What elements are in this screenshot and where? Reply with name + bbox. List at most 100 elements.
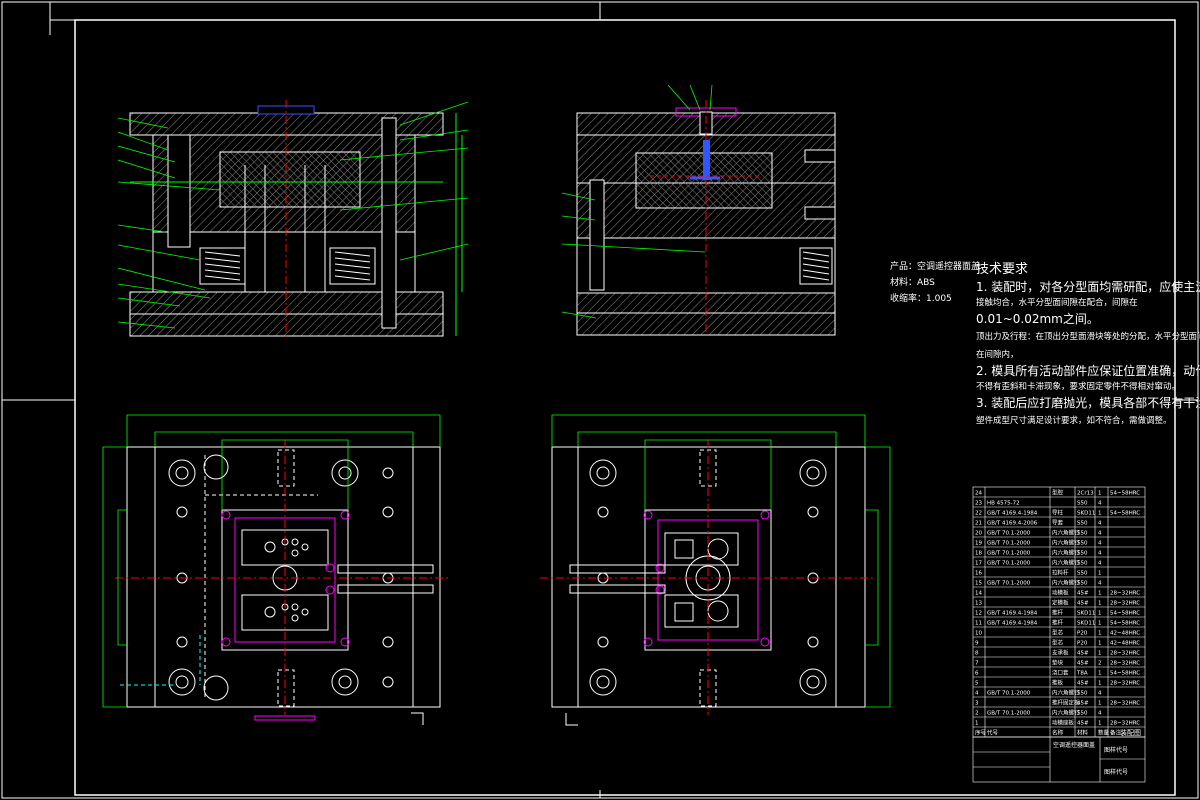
bom-cell: 内六角螺钉	[1052, 529, 1080, 537]
bom-cell: 3	[975, 701, 979, 707]
bom-cell: 14	[975, 591, 982, 597]
bom-cell: 54~58HRC	[1110, 671, 1140, 677]
bom-cell: 拉料杆	[1052, 569, 1069, 577]
bom-cell: GB/T 70.1-2000	[987, 691, 1031, 697]
bom-cell: GB/T 70.1-2000	[987, 541, 1031, 547]
bom-cell: 42~48HRC	[1110, 641, 1140, 647]
bom-cell: 12	[975, 611, 982, 617]
bom-cell: 导套	[1052, 519, 1064, 527]
tech-req-line: 2. 模具所有活动部件应保证位置准确，动作可靠，	[976, 364, 1200, 378]
bom-cell: S50	[1077, 571, 1088, 577]
bom-cell: 9	[975, 641, 979, 647]
bom-cell: 内六角螺钉	[1052, 559, 1080, 567]
bom-cell: 4	[1098, 551, 1102, 557]
bom-cell: GB/T 70.1-2000	[987, 561, 1031, 567]
bom-cell: 5	[975, 681, 979, 687]
bom-cell: 内六角螺钉	[1052, 689, 1080, 697]
bom-cell: GB/T 70.1-2000	[987, 531, 1031, 537]
bom-cell: SKD11	[1077, 511, 1095, 517]
bom-cell: 28~32HRC	[1110, 721, 1140, 727]
bom-cell: 内六角螺钉	[1052, 539, 1080, 547]
tech-req-line: 接触均合，水平分型面间隙在配合，间隙在	[976, 298, 1138, 308]
bom-cell: P20	[1077, 641, 1088, 647]
tech-req-line: 0.01~0.02mm之间。	[976, 312, 1099, 326]
bom-cell: 6	[975, 671, 979, 677]
bom-cell: SKD11	[1077, 621, 1095, 627]
bom-cell: S50	[1077, 501, 1088, 507]
bom-cell: 45#	[1077, 701, 1089, 707]
section-view-side	[561, 84, 836, 336]
bom-cell: 动模板	[1052, 589, 1069, 597]
bom-cell: T8A	[1076, 671, 1088, 677]
bom-cell: 内六角螺钉	[1052, 579, 1080, 587]
bom-cell: 1	[1098, 671, 1102, 677]
product-material: 材料：ABS	[890, 278, 935, 288]
bom-cell: GB/T 70.1-2000	[987, 711, 1031, 717]
bom-cell: 1	[1098, 721, 1102, 727]
product-shrink-rate: 收缩率：1.005	[890, 294, 952, 304]
bom-cell: 22	[975, 511, 982, 517]
bom-cell: 推板	[1052, 679, 1064, 687]
bom-cell: 45#	[1077, 601, 1089, 607]
bom-cell: 19	[975, 541, 982, 547]
bom-cell: 28~32HRC	[1110, 651, 1140, 657]
bom-cell: 54~58HRC	[1110, 611, 1140, 617]
bom-cell: 1	[975, 721, 979, 727]
bom-cell: 1	[1098, 621, 1102, 627]
plan-view-moving-half	[102, 414, 450, 725]
plan-view-fixed-half	[540, 414, 891, 726]
tech-req-line: 顶出力及行程：在顶出分型面滑块等处的分配，水平分型面间隙	[976, 332, 1200, 342]
bom-cell: 11	[975, 621, 982, 627]
bom-header-cell: 名称	[1052, 729, 1064, 737]
bom-cell: 支承板	[1052, 649, 1069, 657]
bom-cell: 2	[1098, 661, 1102, 667]
bom-cell: 54~58HRC	[1110, 621, 1140, 627]
bom-cell: 45#	[1077, 681, 1089, 687]
title-block-drawing-name: 装配图	[1120, 728, 1141, 737]
bom-cell: 17	[975, 561, 982, 567]
bom-header-cell: 数量	[1098, 729, 1110, 737]
bom-cell: 10	[975, 631, 982, 637]
bom-cell: 21	[975, 521, 982, 527]
bom-cell: 1	[1098, 651, 1102, 657]
bom-cell: GB/T 4169.4-2006	[987, 521, 1038, 527]
bom-cell: 28~32HRC	[1110, 601, 1140, 607]
bom-cell: 28~32HRC	[1110, 681, 1140, 687]
bom-cell: 型腔	[1052, 489, 1064, 497]
bom-cell: S50	[1077, 551, 1088, 557]
bom-cell: 4	[1098, 531, 1102, 537]
bom-cell: S50	[1077, 711, 1088, 717]
bom-cell: 2	[975, 711, 979, 717]
bom-cell: 1	[1098, 631, 1102, 637]
bom-cell: S50	[1077, 581, 1088, 587]
bom-cell: 4	[1098, 561, 1102, 567]
bom-cell: 2Cr13	[1077, 491, 1094, 497]
bom-cell: 8	[975, 651, 979, 657]
bom-cell: 7	[975, 661, 979, 667]
bom-cell: GB/T 4169.4-1984	[987, 511, 1038, 517]
bom-cell: 45#	[1077, 591, 1089, 597]
bom-cell: 4	[1098, 691, 1102, 697]
bom-cell: GB/T 70.1-2000	[987, 581, 1031, 587]
bom-cell: HB 4575-72	[987, 501, 1020, 507]
bom-cell: 54~58HRC	[1110, 491, 1140, 497]
title-block-school: 图样代号	[1104, 768, 1128, 776]
bom-cell: 16	[975, 571, 982, 577]
bom-cell: 54~58HRC	[1110, 511, 1140, 517]
bom-cell: 4	[1098, 581, 1102, 587]
bom-header-cell: 序号	[975, 729, 987, 737]
bom-cell: 18	[975, 551, 982, 557]
bom-cell: 1	[1098, 491, 1102, 497]
bom-cell: 推杆	[1052, 619, 1064, 627]
bom-cell: 动模座板	[1052, 719, 1075, 727]
bom-cell: 推杆固定板	[1052, 699, 1080, 707]
bom-cell: 1	[1098, 571, 1102, 577]
bom-header-cell: 代号	[987, 729, 999, 737]
bom-cell: 1	[1098, 511, 1102, 517]
bom-cell: GB/T 4169.4-1984	[987, 621, 1038, 627]
bom-cell: 型芯	[1052, 639, 1064, 647]
bom-cell: 定模板	[1052, 599, 1069, 607]
bom-cell: 45#	[1077, 721, 1089, 727]
tech-req-line: 1. 装配时，对各分型面均需研配，应使主流分型面	[976, 280, 1200, 294]
bom-cell: 4	[1098, 541, 1102, 547]
